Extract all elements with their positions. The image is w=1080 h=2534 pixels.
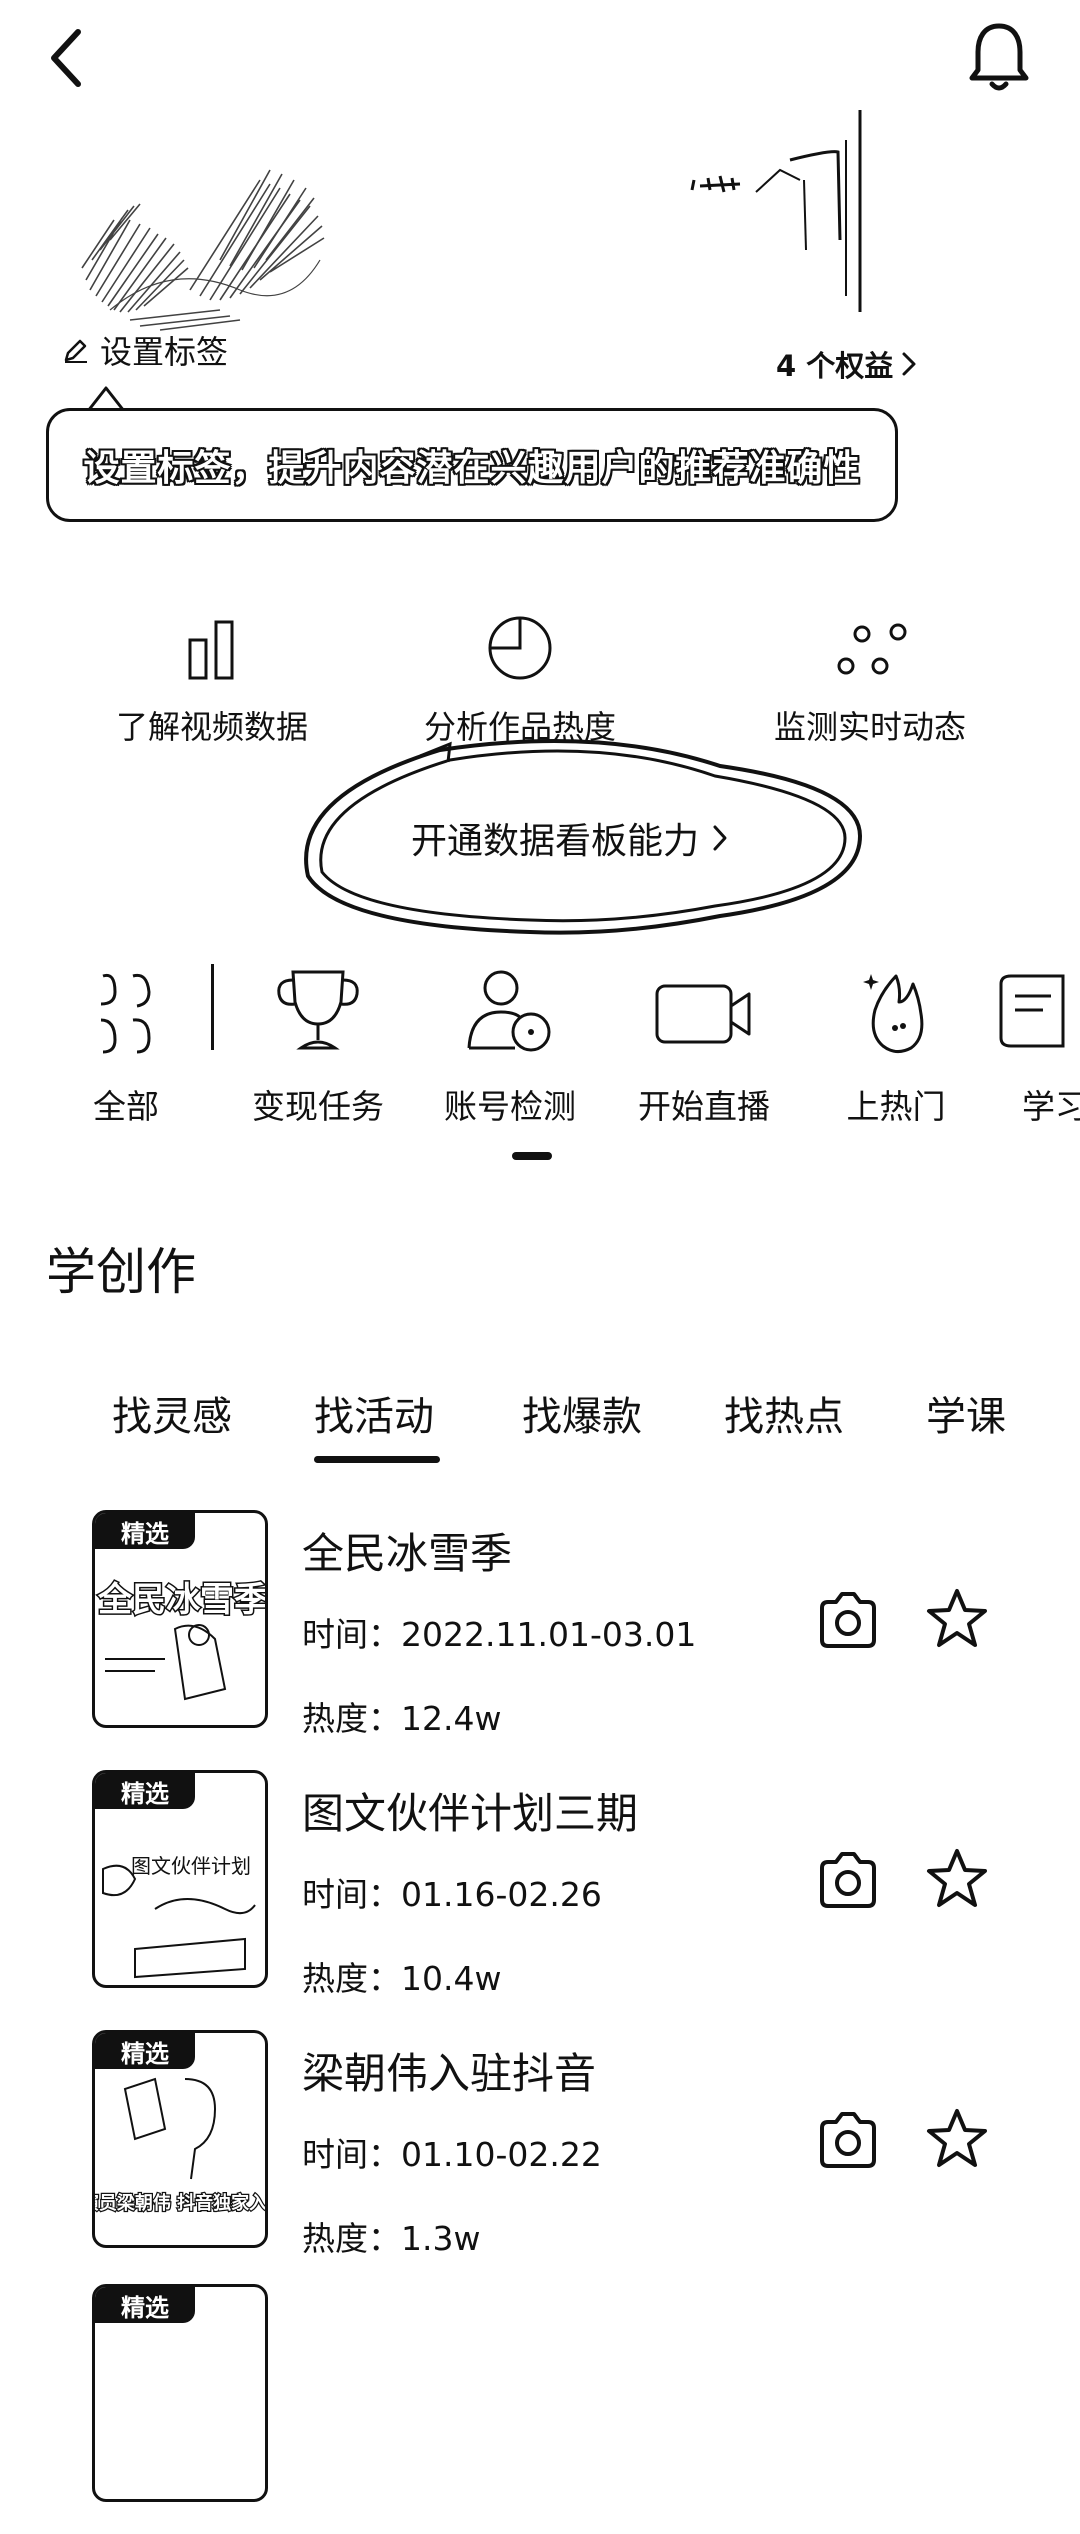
- board-button-label: 开通数据看板能力: [410, 821, 699, 862]
- activity-thumbnail[interactable]: 精选 图文伙伴计划: [92, 1770, 268, 1988]
- video-camera-icon: [655, 984, 751, 1044]
- benefits-link[interactable]: 4 个权益: [776, 344, 917, 384]
- tool-label: 全部: [93, 1087, 159, 1126]
- svg-text:图文伙伴计划: 图文伙伴计划: [131, 1854, 251, 1878]
- set-tag-label: 设置标签: [100, 333, 229, 371]
- tab-activities[interactable]: 找活动: [314, 1384, 434, 1442]
- activity-time: 时间：2022.11.01-03.01: [302, 1615, 697, 1654]
- star-icon[interactable]: [924, 2106, 990, 2172]
- tool-go-trending[interactable]: 上热门: [806, 962, 986, 1132]
- activity-item[interactable]: 精选 演员梁朝伟 抖音独家入驻 梁朝伟入驻抖音 时间：01.10-02.22 热…: [0, 2030, 1080, 2280]
- featured-badge: 精选: [95, 1513, 195, 1549]
- tool-account-check[interactable]: 账号检测: [420, 962, 600, 1132]
- activity-heat: 热度：1.3w: [302, 2219, 481, 2258]
- star-icon[interactable]: [924, 1846, 990, 1912]
- tool-label: 开始直播: [638, 1087, 770, 1126]
- chevron-left-icon: [51, 29, 81, 87]
- tab-inspiration[interactable]: 找灵感: [112, 1384, 232, 1442]
- chevron-right-icon: [713, 825, 727, 851]
- camera-icon[interactable]: [816, 2110, 880, 2170]
- tool-divider: [211, 964, 214, 1050]
- tool-label: 变现任务: [252, 1087, 384, 1126]
- activity-title: 梁朝伟入驻抖音: [302, 2049, 597, 2098]
- activity-time: 时间：01.10-02.22: [302, 2135, 602, 2174]
- tab-courses[interactable]: 学课: [926, 1384, 1080, 1442]
- activity-thumbnail[interactable]: 精选 演员梁朝伟 抖音独家入驻: [92, 2030, 268, 2248]
- activity-heat: 热度：10.4w: [302, 1959, 502, 1998]
- content-tabs: 找灵感 找活动 找爆款 找热点 学课: [0, 1384, 1080, 1474]
- section-title: 学创作: [46, 1243, 196, 1301]
- tools-pager-indicator: [512, 1152, 552, 1160]
- activity-title: 图文伙伴计划三期: [302, 1789, 639, 1838]
- camera-icon[interactable]: [816, 1590, 880, 1650]
- benefits-label: 4 个权益: [776, 349, 894, 383]
- activity-item[interactable]: 精选: [0, 2284, 1080, 2534]
- title-sketch-image: [690, 110, 862, 312]
- activity-item[interactable]: 精选 全民冰雪季 全民冰雪季 时间：2022.11.01-03.01 热度：12…: [0, 1510, 1080, 1760]
- tool-learn[interactable]: 学习: [986, 962, 1080, 1132]
- dots-icon: [837, 623, 907, 675]
- activity-thumbnail[interactable]: 精选 全民冰雪季: [92, 1510, 268, 1728]
- chevron-right-icon: [902, 352, 916, 376]
- book-icon: [999, 974, 1065, 1048]
- tab-hits[interactable]: 找爆款: [522, 1384, 642, 1442]
- tooltip-text: 设置标签，提升内容潜在兴趣用户的推荐准确性: [83, 448, 861, 489]
- tag-tooltip[interactable]: 设置标签，提升内容潜在兴趣用户的推荐准确性: [46, 408, 898, 522]
- grid-icon: [100, 973, 151, 1054]
- active-tab-indicator: [314, 1456, 440, 1463]
- thumbnail-art: 全民冰雪季: [96, 1579, 268, 1701]
- activity-item[interactable]: 精选 图文伙伴计划 图文伙伴计划三期 时间：01.16-02.26 热度：10.…: [0, 1770, 1080, 2020]
- thumbnail-art: 演员梁朝伟 抖音独家入驻: [95, 2077, 268, 2215]
- featured-badge: 精选: [95, 2033, 195, 2069]
- tool-label: 账号检测: [444, 1087, 576, 1126]
- svg-text:全民冰雪季: 全民冰雪季: [97, 1580, 268, 1620]
- notification-button[interactable]: [964, 18, 1034, 98]
- star-icon[interactable]: [924, 1586, 990, 1652]
- activity-title: 全民冰雪季: [302, 1529, 513, 1578]
- profile-title-sketch: [680, 100, 880, 320]
- tool-all[interactable]: 全部: [36, 962, 216, 1132]
- activity-time: 时间：01.16-02.26: [302, 1875, 602, 1914]
- avatar[interactable]: [70, 140, 360, 340]
- pencil-icon: [64, 339, 87, 363]
- back-button[interactable]: [38, 20, 98, 92]
- svg-text:演员梁朝伟 抖音独家入驻: 演员梁朝伟 抖音独家入驻: [95, 2192, 268, 2214]
- avatar-sketch-image: [81, 169, 325, 331]
- featured-badge: 精选: [95, 1773, 195, 1809]
- bell-icon: [969, 23, 1029, 91]
- account-check-icon: [467, 970, 551, 1052]
- thumbnail-art: 图文伙伴计划: [102, 1854, 256, 1979]
- camera-icon[interactable]: [816, 1850, 880, 1910]
- flame-icon: [863, 974, 924, 1053]
- bar-chart-icon: [188, 620, 234, 680]
- activity-heat: 热度：12.4w: [302, 1699, 502, 1738]
- pie-chart-icon: [488, 616, 552, 680]
- set-tag-button[interactable]: 设置标签: [62, 330, 229, 371]
- open-data-board-button[interactable]: 开通数据看板能力: [360, 808, 780, 868]
- activity-thumbnail[interactable]: 精选: [92, 2284, 268, 2502]
- tool-label: 上热门: [846, 1087, 946, 1126]
- tool-monetize-task[interactable]: 变现任务: [228, 962, 408, 1132]
- tool-label: 学习: [1022, 1087, 1080, 1126]
- tool-start-live[interactable]: 开始直播: [614, 962, 794, 1132]
- featured-badge: 精选: [95, 2287, 195, 2323]
- trophy-icon: [277, 970, 359, 1050]
- tab-hot-topics[interactable]: 找热点: [724, 1384, 844, 1442]
